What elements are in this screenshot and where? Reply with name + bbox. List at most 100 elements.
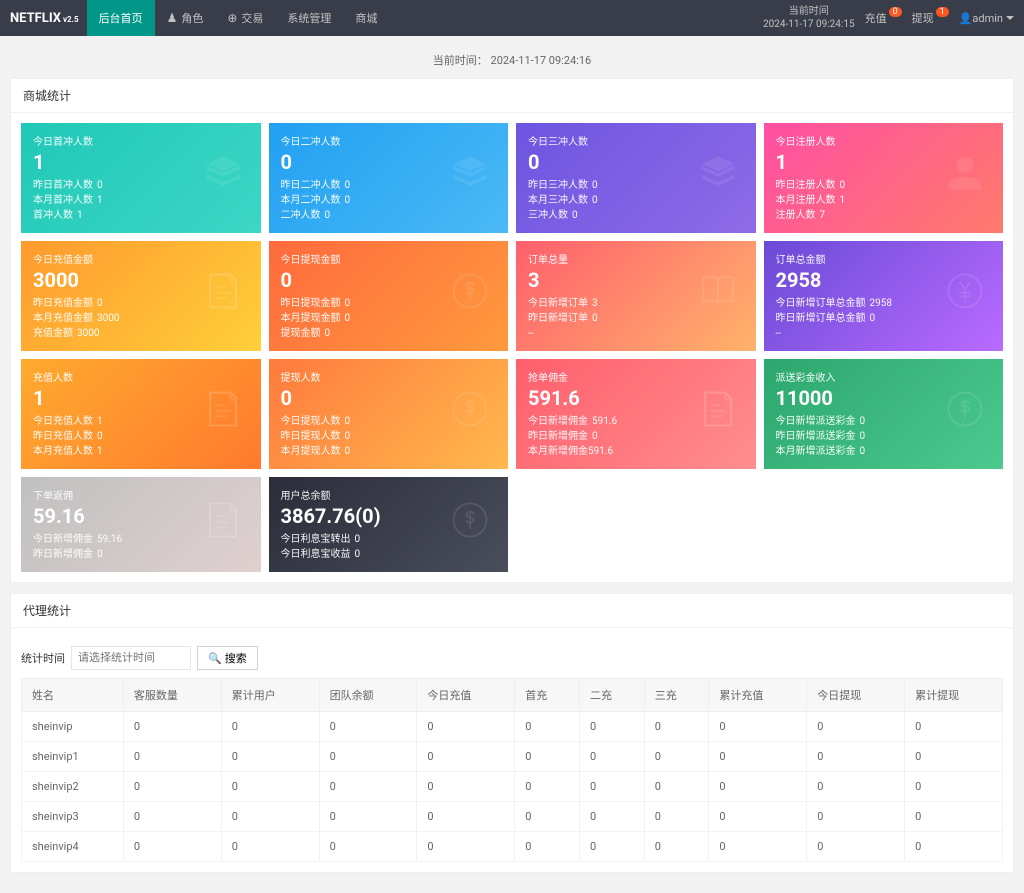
stat-line: 本月充值人数 1	[33, 444, 249, 459]
stat-card: 今日充值金额3000昨日充值金额0本月充值金额3000充值金额3000	[21, 241, 261, 351]
table-cell: 0	[905, 832, 1003, 862]
stat-line-label: --	[776, 328, 782, 339]
col-header: 首充	[515, 679, 580, 712]
timestamp-bar: 当前时间： 2024-11-17 09:24:16	[10, 46, 1014, 78]
nav-role[interactable]: ♟ 角色	[155, 0, 216, 36]
table-row[interactable]: sheinvip0000000000	[22, 712, 1003, 742]
search-icon: 🔍	[208, 652, 222, 665]
stat-card: 派送彩金收入11000今日新增派送彩金0昨日新增派送彩金0本月新增派送彩金0	[764, 359, 1004, 469]
stat-line-label: 昨日新增佣金	[33, 549, 93, 560]
agent-panel: 代理统计 统计时间 🔍 搜索 姓名客服数量累计用户团队余额今日充值首充二充三充累…	[10, 593, 1014, 873]
nav-mall[interactable]: 商城	[343, 0, 389, 36]
nav-label: 商城	[355, 10, 377, 26]
stat-line-label: 本月充值人数	[33, 446, 93, 457]
stat-line-label: 昨日充值人数	[33, 431, 93, 442]
stat-card: 今日注册人数1昨日注册人数0本月注册人数1注册人数7	[764, 123, 1004, 233]
stat-line-value: 0	[592, 313, 598, 324]
stat-line-value: 0	[325, 210, 331, 221]
stat-line-value: 7	[820, 210, 826, 221]
table-cell: 0	[515, 832, 580, 862]
logo: NETFLIX v2.5	[10, 11, 79, 26]
stat-line-label: 昨日首冲人数	[33, 180, 93, 191]
stat-line-value: 591.6	[592, 416, 617, 427]
top-header: NETFLIX v2.5 后台首页 ♟ 角色 ⊕ 交易 系统管理 商城 当前时间…	[0, 0, 1024, 36]
col-header: 团队余额	[319, 679, 417, 712]
stat-line-value: 1	[97, 446, 103, 457]
stat-line-value: 1	[840, 195, 846, 206]
table-cell: 0	[644, 742, 709, 772]
stat-line-label: 本月首冲人数	[33, 195, 93, 206]
table-cell: 0	[319, 772, 417, 802]
stat-line-value: 0	[345, 298, 351, 309]
stat-line-label: --	[528, 328, 534, 339]
table-cell: 0	[709, 802, 807, 832]
nav-trade[interactable]: ⊕ 交易	[215, 0, 275, 36]
user-icon: 👤	[959, 12, 973, 25]
stack-icon	[201, 151, 245, 205]
nav-home[interactable]: 后台首页	[87, 0, 155, 36]
stat-line-value: 0	[345, 180, 351, 191]
withdraw-link[interactable]: 提现 1	[912, 10, 949, 26]
table-cell: 0	[221, 802, 319, 832]
table-row[interactable]: sheinvip20000000000	[22, 772, 1003, 802]
search-button[interactable]: 🔍 搜索	[197, 646, 258, 670]
table-cell: 0	[417, 712, 515, 742]
table-cell: 0	[709, 772, 807, 802]
table-cell: 0	[807, 712, 905, 742]
table-cell: 0	[644, 772, 709, 802]
col-header: 累计提现	[905, 679, 1003, 712]
table-cell: 0	[515, 742, 580, 772]
stat-line-label: 昨日注册人数	[776, 180, 836, 191]
timestamp-label: 当前时间：	[433, 54, 488, 67]
stat-line-value: 0	[97, 431, 103, 442]
filter-row: 统计时间 🔍 搜索	[21, 638, 1003, 678]
main-content: 当前时间： 2024-11-17 09:24:16 商城统计 今日首冲人数1昨日…	[0, 36, 1024, 893]
stat-line-value: 0	[592, 180, 598, 191]
filter-time-input[interactable]	[71, 646, 191, 670]
table-cell: 0	[807, 802, 905, 832]
table-cell: 0	[515, 712, 580, 742]
stat-line-value: 0	[97, 549, 103, 560]
table-cell: sheinvip4	[22, 832, 124, 862]
table-row[interactable]: sheinvip40000000000	[22, 832, 1003, 862]
admin-menu[interactable]: 👤 admin	[959, 12, 1014, 25]
table-cell: 0	[644, 712, 709, 742]
table-cell: 0	[579, 832, 644, 862]
stat-line-value: 0	[355, 549, 361, 560]
stat-line-label: 首冲人数	[33, 210, 73, 221]
col-header: 姓名	[22, 679, 124, 712]
stat-line-value: 0	[345, 446, 351, 457]
dollar-icon	[448, 269, 492, 323]
stat-line-value: 3000	[77, 328, 99, 339]
stat-card: 下单返佣59.16今日新增佣金59.16昨日新增佣金0	[21, 477, 261, 572]
withdraw-badge: 1	[936, 7, 949, 17]
stat-line-label: 本月提现人数	[281, 446, 341, 457]
stat-line-value: 0	[860, 446, 866, 457]
stat-line-value: 0	[345, 313, 351, 324]
table-cell: 0	[123, 772, 221, 802]
stat-line-label: 昨日三冲人数	[528, 180, 588, 191]
table-cell: 0	[579, 742, 644, 772]
recharge-link[interactable]: 充值 0	[865, 10, 902, 26]
table-cell: 0	[579, 772, 644, 802]
table-row[interactable]: sheinvip10000000000	[22, 742, 1003, 772]
stat-line-label: 充值金额	[33, 328, 73, 339]
stat-line-value: 0	[345, 431, 351, 442]
table-cell: 0	[123, 742, 221, 772]
stat-line-label: 今日新增派送彩金	[776, 416, 856, 427]
table-cell: sheinvip1	[22, 742, 124, 772]
stat-line: 充值金额 3000	[33, 326, 249, 341]
stat-title: 提现人数	[281, 369, 497, 384]
time-label: 当前时间	[763, 5, 855, 18]
stat-line-label: 二冲人数	[281, 210, 321, 221]
stat-line-label: 今日新增订单总金额	[776, 298, 866, 309]
table-cell: 0	[515, 772, 580, 802]
table-row[interactable]: sheinvip30000000000	[22, 802, 1003, 832]
stat-line-label: 本月充值金额	[33, 313, 93, 324]
nav-system[interactable]: 系统管理	[275, 0, 343, 36]
user-icon: ♟	[167, 11, 178, 25]
recharge-badge: 0	[889, 7, 902, 17]
table-cell: sheinvip3	[22, 802, 124, 832]
col-header: 累计充值	[709, 679, 807, 712]
stat-line: 本月提现人数 0	[281, 444, 497, 459]
